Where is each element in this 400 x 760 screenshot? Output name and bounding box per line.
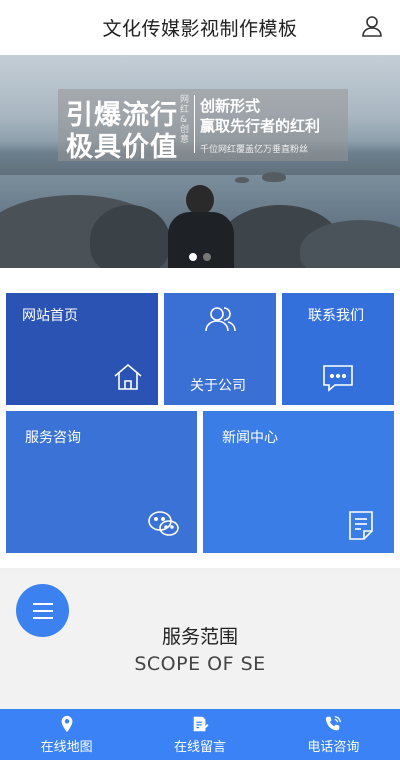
news-icon [349, 511, 373, 540]
tile-service-consult[interactable]: 服务咨询 [6, 411, 197, 553]
footer-label: 在线地图 [40, 739, 93, 755]
tile-label: 联系我们 [308, 308, 364, 324]
hero-banner[interactable]: 引爆流行 极具价值 网红&创意 创新形式 赢取先行者的红利 千位网红覆盖亿万垂直… [0, 55, 400, 268]
tile-label: 网站首页 [22, 308, 78, 324]
tile-contact[interactable]: 联系我们 [282, 293, 394, 405]
tile-label: 关于公司 [190, 378, 246, 394]
tile-home[interactable]: 网站首页 [6, 293, 158, 405]
rock [235, 177, 249, 183]
services-subtitle: SCOPE OF SE [134, 653, 266, 675]
footer-label: 电话咨询 [307, 739, 360, 755]
users-icon [205, 307, 236, 332]
footer-phone[interactable]: 电话咨询 [267, 709, 400, 760]
banner-slogan: 引爆流行 极具价值 网红&创意 创新形式 赢取先行者的红利 千位网红覆盖亿万垂直… [58, 89, 348, 163]
wechat-icon [148, 511, 179, 536]
slogan-right-small: 千位网红覆盖亿万垂直粉丝 [200, 145, 309, 155]
slide-indicator [189, 253, 211, 261]
slide-dot[interactable] [189, 253, 197, 261]
services-title: 服务范围 [161, 626, 238, 648]
slogan-vertical: 网红&创意 [180, 95, 190, 145]
rock [262, 172, 286, 182]
slogan-right-1: 创新形式 [200, 97, 261, 115]
slide-dot[interactable] [203, 253, 211, 261]
footer-map[interactable]: 在线地图 [0, 709, 133, 760]
slogan-right-2: 赢取先行者的红利 [200, 117, 321, 135]
user-icon[interactable] [360, 14, 384, 38]
footer-message[interactable]: 在线留言 [133, 709, 266, 760]
footer-label: 在线留言 [173, 739, 226, 755]
edit-note-icon [193, 716, 209, 731]
top-header: 文化传媒影视制作模板 [0, 0, 400, 55]
message-icon [323, 365, 353, 392]
site-title: 文化传媒影视制作模板 [102, 18, 298, 40]
nav-tiles: 网站首页 关于公司 联系我们 服务咨询 新闻中心 [0, 268, 400, 568]
location-icon [61, 715, 73, 732]
services-section: 服务范围 SCOPE OF SE [0, 574, 400, 709]
slogan-divider [194, 95, 195, 153]
rock [90, 205, 170, 268]
tile-news[interactable]: 新闻中心 [203, 411, 394, 553]
tile-label: 新闻中心 [222, 430, 278, 446]
home-icon [114, 363, 142, 390]
person-figure [186, 185, 214, 215]
phone-icon [326, 715, 342, 730]
tile-label: 服务咨询 [25, 430, 81, 446]
tile-about[interactable]: 关于公司 [164, 293, 276, 405]
slogan-line-2: 极具价值 [66, 132, 178, 163]
bottom-nav: 在线地图 在线留言 电话咨询 [0, 709, 400, 760]
